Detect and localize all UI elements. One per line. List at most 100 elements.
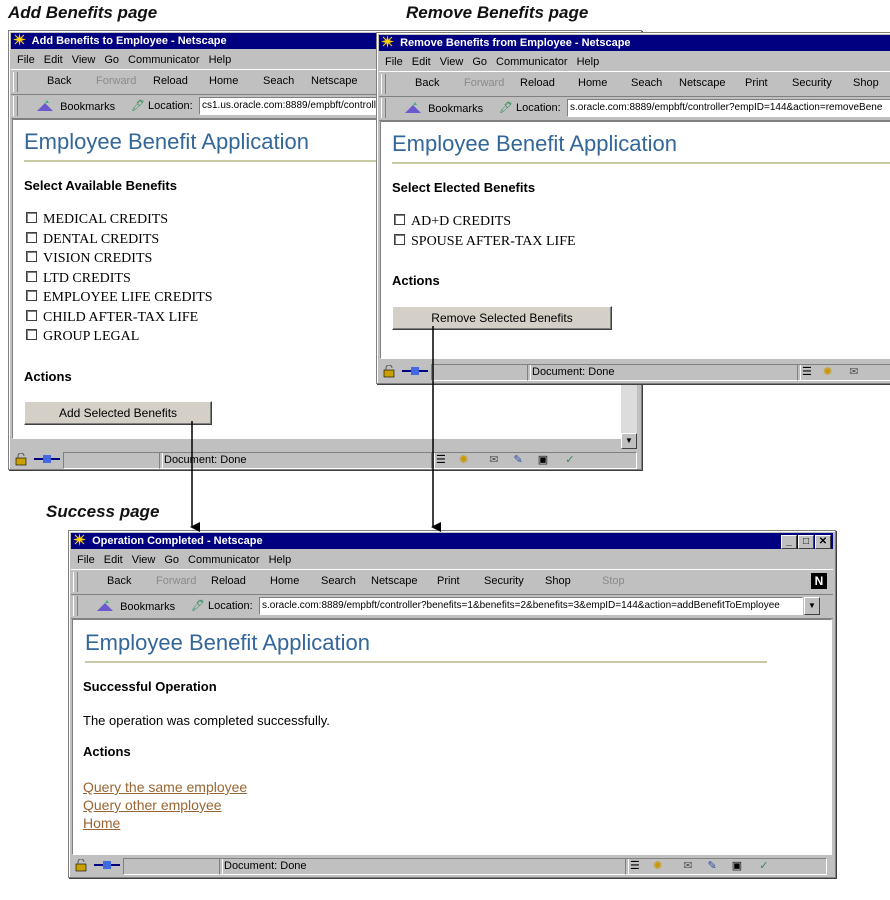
remove-selected-benefits-button[interactable]: Remove Selected Benefits <box>392 306 612 330</box>
reload-button[interactable]: Reload <box>520 77 555 89</box>
search-button[interactable]: Search <box>321 575 356 587</box>
discussion-icon[interactable]: ✎ <box>708 860 717 872</box>
menu-go[interactable]: Go <box>164 554 179 566</box>
menu-communicator[interactable]: Communicator <box>188 554 260 566</box>
back-button[interactable]: Back <box>47 75 71 87</box>
netscape-button[interactable]: Netscape <box>371 575 417 587</box>
menu-view[interactable]: View <box>72 54 96 66</box>
menu-file[interactable]: File <box>385 56 403 68</box>
menu-go[interactable]: Go <box>104 54 119 66</box>
security-lock-icon[interactable] <box>13 452 29 466</box>
location-dropdown-icon[interactable]: ▼ <box>804 597 820 615</box>
success-window-titlebar[interactable]: Operation Completed - Netscape _ □ ✕ <box>71 533 833 549</box>
home-button[interactable]: Home <box>270 575 299 587</box>
bookmarks-button[interactable]: Bookmarks <box>403 101 483 115</box>
mail-icon[interactable]: ✉ <box>849 366 858 378</box>
forward-button[interactable]: Forward <box>96 75 136 87</box>
benefit-checkbox[interactable]: LTD CREDITS <box>26 271 131 287</box>
list-icon[interactable]: ☰ <box>802 366 812 378</box>
search-button[interactable]: Seach <box>263 75 294 87</box>
navigator-icon[interactable]: ✺ <box>823 366 832 378</box>
print-button[interactable]: Print <box>745 77 768 89</box>
menu-communicator[interactable]: Communicator <box>128 54 200 66</box>
print-button[interactable]: Print <box>437 575 460 587</box>
query-other-employee-link[interactable]: Query other employee <box>83 797 222 813</box>
home-link[interactable]: Home <box>83 815 120 831</box>
locbar-grip[interactable] <box>73 596 78 616</box>
mail-icon[interactable]: ✉ <box>683 860 692 872</box>
menu-edit[interactable]: Edit <box>104 554 123 566</box>
menu-help[interactable]: Help <box>269 554 292 566</box>
menu-communicator[interactable]: Communicator <box>496 56 568 68</box>
location-input[interactable]: s.oracle.com:8889/empbft/controller?empI… <box>567 99 890 117</box>
maximize-icon[interactable]: □ <box>798 535 814 549</box>
reload-button[interactable]: Reload <box>211 575 246 587</box>
menu-help[interactable]: Help <box>209 54 232 66</box>
shop-button[interactable]: Shop <box>853 77 879 89</box>
query-same-employee-link[interactable]: Query the same employee <box>83 779 247 795</box>
security-button[interactable]: Security <box>792 77 832 89</box>
location-input[interactable]: s.oracle.com:8889/empbft/controller?bene… <box>259 597 803 615</box>
list-icon[interactable]: ☰ <box>630 860 640 872</box>
toolbar-grip[interactable] <box>13 72 18 92</box>
bookmarks-button[interactable]: Bookmarks <box>35 99 115 113</box>
forward-button[interactable]: Forward <box>156 575 196 587</box>
checkbox-icon[interactable] <box>26 271 37 282</box>
netscape-button[interactable]: Netscape <box>679 77 725 89</box>
menu-file[interactable]: File <box>17 54 35 66</box>
reload-button[interactable]: Reload <box>153 75 188 87</box>
add-selected-benefits-button[interactable]: Add Selected Benefits <box>24 401 212 425</box>
benefit-checkbox[interactable]: EMPLOYEE LIFE CREDITS <box>26 290 213 306</box>
menu-help[interactable]: Help <box>577 56 600 68</box>
discussion-icon[interactable]: ✎ <box>514 454 523 466</box>
checkbox-icon[interactable] <box>26 329 37 340</box>
locbar-grip[interactable] <box>13 96 18 116</box>
navigator-icon[interactable]: ✺ <box>459 454 468 466</box>
benefit-checkbox[interactable]: GROUP LEGAL <box>26 329 139 345</box>
toolbar-grip[interactable] <box>73 572 78 592</box>
menu-edit[interactable]: Edit <box>412 56 431 68</box>
security-lock-icon[interactable] <box>73 858 89 872</box>
back-button[interactable]: Back <box>107 575 131 587</box>
checkbox-icon[interactable] <box>26 290 37 301</box>
home-button[interactable]: Home <box>209 75 238 87</box>
menu-go[interactable]: Go <box>472 56 487 68</box>
mail-icon[interactable]: ✉ <box>489 454 498 466</box>
home-button[interactable]: Home <box>578 77 607 89</box>
checkbox-icon[interactable] <box>26 232 37 243</box>
stop-button[interactable]: Stop <box>602 575 625 587</box>
menu-view[interactable]: View <box>440 56 464 68</box>
benefit-checkbox[interactable]: CHILD AFTER-TAX LIFE <box>26 310 198 326</box>
list-icon[interactable]: ☰ <box>436 454 446 466</box>
benefit-checkbox[interactable]: VISION CREDITS <box>26 251 152 267</box>
checkbox-icon[interactable] <box>26 310 37 321</box>
security-lock-icon[interactable] <box>381 364 397 378</box>
close-icon[interactable]: ✕ <box>815 535 831 549</box>
checkbox-icon[interactable] <box>394 214 405 225</box>
menu-file[interactable]: File <box>77 554 95 566</box>
security-button[interactable]: Security <box>484 575 524 587</box>
back-button[interactable]: Back <box>415 77 439 89</box>
location-input[interactable]: cs1.us.oracle.com:8889/empbft/controller <box>199 97 383 115</box>
benefit-checkbox[interactable]: DENTAL CREDITS <box>26 232 159 248</box>
calendar-icon[interactable]: ✓ <box>759 860 768 872</box>
add-vertical-scrollbar[interactable]: ▼ <box>621 381 637 449</box>
menu-edit[interactable]: Edit <box>44 54 63 66</box>
composer-icon[interactable]: ▣ <box>732 860 742 872</box>
composer-icon[interactable]: ▣ <box>538 454 548 466</box>
scroll-down-icon[interactable]: ▼ <box>621 433 637 449</box>
search-button[interactable]: Seach <box>631 77 662 89</box>
checkbox-icon[interactable] <box>26 212 37 223</box>
benefit-checkbox[interactable]: AD+D CREDITS <box>394 214 511 230</box>
benefit-checkbox[interactable]: MEDICAL CREDITS <box>26 212 168 228</box>
bookmarks-button[interactable]: Bookmarks <box>95 599 175 613</box>
menu-view[interactable]: View <box>132 554 156 566</box>
remove-window-titlebar[interactable]: Remove Benefits from Employee - Netscape <box>379 35 890 51</box>
benefit-checkbox[interactable]: SPOUSE AFTER-TAX LIFE <box>394 234 576 250</box>
minimize-icon[interactable]: _ <box>781 535 797 549</box>
toolbar-grip[interactable] <box>381 74 386 94</box>
shop-button[interactable]: Shop <box>545 575 571 587</box>
checkbox-icon[interactable] <box>394 234 405 245</box>
checkbox-icon[interactable] <box>26 251 37 262</box>
locbar-grip[interactable] <box>381 98 386 118</box>
